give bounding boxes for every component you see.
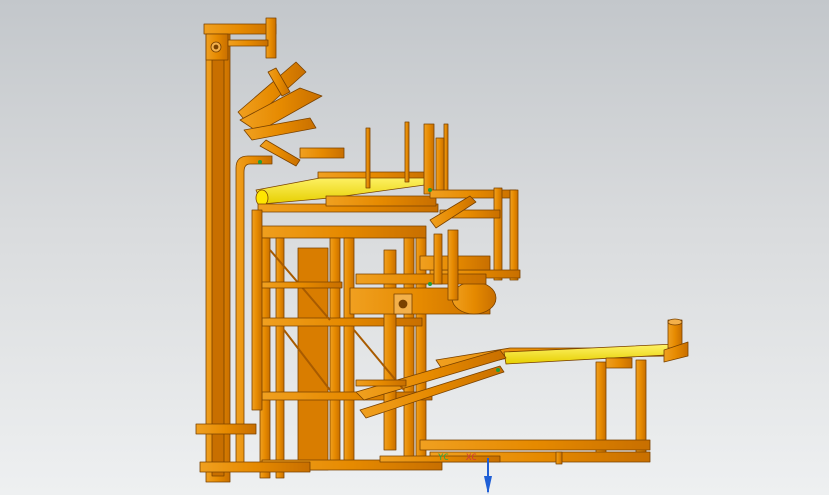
y-axis-label: YC <box>438 453 449 463</box>
cad-3d-viewport[interactable]: YC XC <box>0 0 829 495</box>
coordinate-triad <box>484 458 492 494</box>
x-axis-label: XC <box>466 453 477 463</box>
gripper-arm <box>237 61 345 167</box>
upper-conveyor <box>255 171 439 213</box>
main-frame <box>251 209 443 479</box>
machine-model[interactable] <box>0 0 829 495</box>
